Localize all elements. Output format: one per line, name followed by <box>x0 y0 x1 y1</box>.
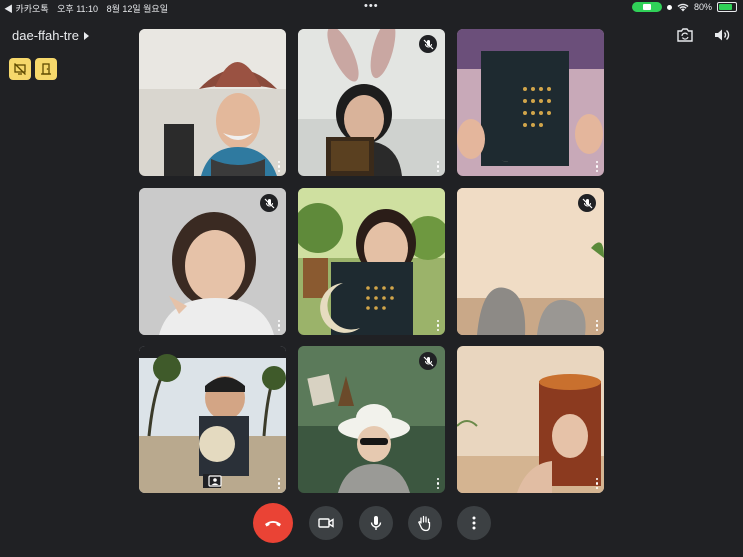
back-to-app-link[interactable]: ◀ 카카오톡 <box>4 4 49 14</box>
video-camera-icon <box>318 518 334 528</box>
microphone-icon <box>370 516 382 530</box>
more-vert-icon[interactable] <box>436 477 440 489</box>
camera-toggle-button[interactable] <box>309 506 343 540</box>
mic-off-icon <box>260 194 278 212</box>
battery-percent: 80% <box>693 2 712 12</box>
camera-in-use-indicator <box>631 2 662 12</box>
participant-video <box>139 346 286 493</box>
door-icon <box>41 63 51 75</box>
participant-tile[interactable] <box>298 346 445 493</box>
participant-tile[interactable] <box>298 188 445 335</box>
microphone-toggle-button[interactable] <box>359 506 393 540</box>
participant-tile[interactable] <box>457 29 604 176</box>
more-vert-icon[interactable] <box>595 477 599 489</box>
camera-switch-button[interactable] <box>676 26 694 44</box>
mic-off-icon <box>419 352 437 370</box>
status-time: 오후 11:10 <box>57 4 99 14</box>
multitasking-dots[interactable]: ••• <box>364 0 379 12</box>
more-vert-icon[interactable] <box>436 160 440 172</box>
status-date: 8월 12일 월요일 <box>106 4 168 14</box>
door-badge-button[interactable] <box>35 58 57 80</box>
screen-share-off-icon <box>14 63 26 75</box>
more-vert-icon[interactable] <box>277 160 281 172</box>
participant-tile[interactable] <box>457 346 604 493</box>
more-vert-icon <box>472 516 476 530</box>
participant-video <box>298 188 445 335</box>
battery-icon <box>717 2 737 12</box>
mic-off-icon <box>578 194 596 212</box>
participant-video <box>457 346 604 493</box>
more-vert-icon[interactable] <box>277 319 281 331</box>
mic-in-use-dot <box>666 4 672 10</box>
end-call-button[interactable] <box>253 503 293 543</box>
more-options-button[interactable] <box>457 506 491 540</box>
wifi-icon <box>677 3 689 11</box>
more-vert-icon[interactable] <box>595 319 599 331</box>
participant-tile[interactable] <box>139 188 286 335</box>
more-vert-icon[interactable] <box>595 160 599 172</box>
call-controls <box>0 503 743 546</box>
more-vert-icon[interactable] <box>277 477 281 489</box>
participant-tile[interactable] <box>298 29 445 176</box>
meeting-code-label: dae-ffah-tre <box>12 28 79 43</box>
more-vert-icon[interactable] <box>436 319 440 331</box>
raise-hand-button[interactable] <box>408 506 442 540</box>
presentation-badge-button[interactable] <box>9 58 31 80</box>
camera-switch-icon <box>677 28 693 42</box>
participant-video <box>457 29 604 176</box>
chevron-right-icon <box>83 31 89 40</box>
participant-tile[interactable] <box>139 346 286 493</box>
pin-person-icon[interactable] <box>208 474 222 487</box>
speaker-icon <box>715 29 730 41</box>
meeting-code-button[interactable]: dae-ffah-tre <box>12 28 89 43</box>
status-bar: ◀ 카카오톡 오후 11:10 8월 12일 월요일 ••• 80% <box>0 0 743 14</box>
participant-tile[interactable] <box>457 188 604 335</box>
mic-off-icon <box>419 35 437 53</box>
participant-tile[interactable] <box>139 29 286 176</box>
participant-video <box>139 29 286 176</box>
phone-hangup-icon <box>265 521 281 527</box>
audio-output-button[interactable] <box>713 26 731 44</box>
hand-icon <box>418 515 431 532</box>
